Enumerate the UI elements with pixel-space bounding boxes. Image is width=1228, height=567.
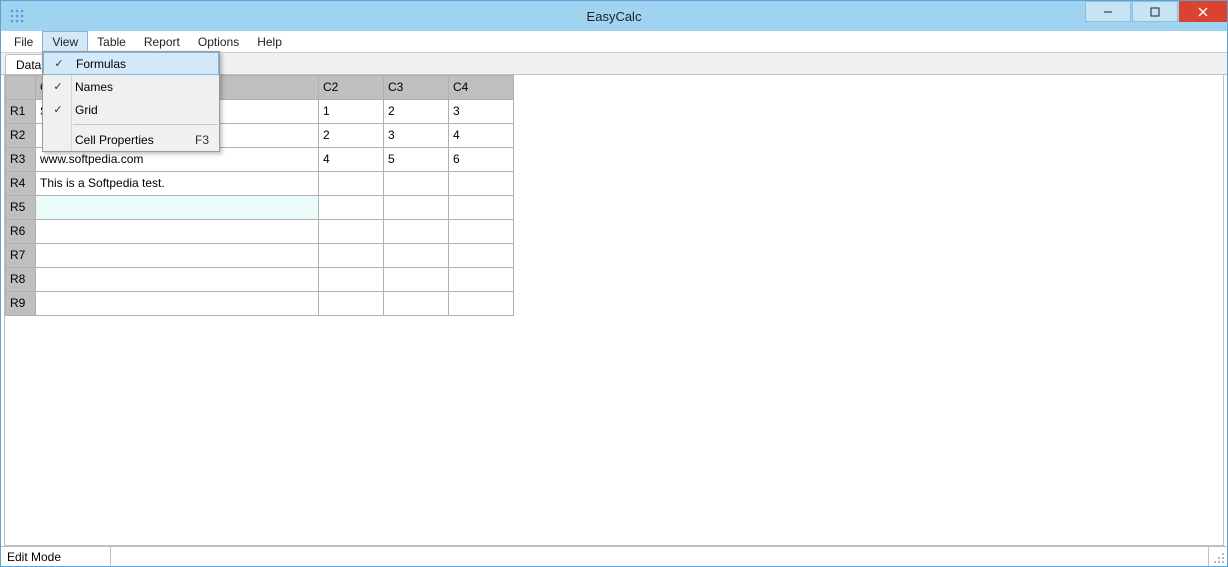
cell-r1-c2[interactable]: 1 [319,100,384,124]
row-header-r4[interactable]: R4 [6,172,36,196]
cell-r9-c1[interactable] [36,292,319,316]
cell-r8-c4[interactable] [449,268,514,292]
row-header-r2[interactable]: R2 [6,124,36,148]
resize-grip-icon[interactable] [1209,547,1227,566]
statusbar: Edit Mode [1,546,1227,566]
menu-view[interactable]: View [42,31,88,52]
cell-r7-c2[interactable] [319,244,384,268]
app-window: EasyCalc File View Table Report Options … [0,0,1228,567]
cell-r4-c2[interactable] [319,172,384,196]
row-header-r7[interactable]: R7 [6,244,36,268]
menu-help[interactable]: Help [248,31,291,52]
cell-r2-c4[interactable]: 4 [449,124,514,148]
check-icon: ✓ [48,57,70,70]
col-header-c3[interactable]: C3 [384,76,449,100]
col-header-c4[interactable]: C4 [449,76,514,100]
view-dropdown: ✓ Formulas ✓ Names ✓ Grid Cell Propertie… [42,51,220,152]
cell-r5-c4[interactable] [449,196,514,220]
col-header-c2[interactable]: C2 [319,76,384,100]
cell-r4-c3[interactable] [384,172,449,196]
cell-r6-c3[interactable] [384,220,449,244]
cell-r9-c3[interactable] [384,292,449,316]
cell-r2-c2[interactable]: 2 [319,124,384,148]
cell-r4-c1[interactable]: This is a Softpedia test. [36,172,319,196]
check-icon: ✓ [47,103,69,116]
row-header-r6[interactable]: R6 [6,220,36,244]
cell-r7-c1[interactable] [36,244,319,268]
dropdown-item-names[interactable]: ✓ Names [43,75,219,98]
menubar: File View Table Report Options Help [1,31,1227,53]
maximize-button[interactable] [1132,1,1178,22]
minimize-button[interactable] [1085,1,1131,22]
status-empty [111,547,1209,566]
row-header-r9[interactable]: R9 [6,292,36,316]
cell-r4-c4[interactable] [449,172,514,196]
close-button[interactable] [1179,1,1227,22]
cell-r3-c4[interactable]: 6 [449,148,514,172]
dropdown-item-grid[interactable]: ✓ Grid [43,98,219,121]
row-header-r8[interactable]: R8 [6,268,36,292]
row-header-r5[interactable]: R5 [6,196,36,220]
corner-cell[interactable] [6,76,36,100]
cell-r1-c4[interactable]: 3 [449,100,514,124]
cell-r3-c3[interactable]: 5 [384,148,449,172]
cell-r8-c3[interactable] [384,268,449,292]
cell-r1-c3[interactable]: 2 [384,100,449,124]
cell-r5-c2[interactable] [319,196,384,220]
cell-r6-c1[interactable] [36,220,319,244]
cell-r3-c2[interactable]: 4 [319,148,384,172]
cell-r7-c3[interactable] [384,244,449,268]
check-icon: ✓ [47,80,69,93]
cell-r8-c1[interactable] [36,268,319,292]
window-buttons [1085,1,1227,31]
app-icon [9,8,25,24]
cell-r9-c2[interactable] [319,292,384,316]
dropdown-item-formulas[interactable]: ✓ Formulas [43,52,219,75]
dropdown-item-cell-properties[interactable]: Cell Properties F3 [43,128,219,151]
row-header-r3[interactable]: R3 [6,148,36,172]
cell-r9-c4[interactable] [449,292,514,316]
status-mode: Edit Mode [1,547,111,566]
menu-options[interactable]: Options [189,31,248,52]
menu-file[interactable]: File [5,31,42,52]
cell-r6-c4[interactable] [449,220,514,244]
row-header-r1[interactable]: R1 [6,100,36,124]
cell-r5-c1[interactable] [36,196,319,220]
cell-r8-c2[interactable] [319,268,384,292]
menu-report[interactable]: Report [135,31,189,52]
cell-r5-c3[interactable] [384,196,449,220]
menu-table[interactable]: Table [88,31,135,52]
titlebar[interactable]: EasyCalc [1,1,1227,31]
cell-r2-c3[interactable]: 3 [384,124,449,148]
dropdown-separator [73,124,217,125]
window-title: EasyCalc [587,9,642,24]
cell-r7-c4[interactable] [449,244,514,268]
cell-r6-c2[interactable] [319,220,384,244]
